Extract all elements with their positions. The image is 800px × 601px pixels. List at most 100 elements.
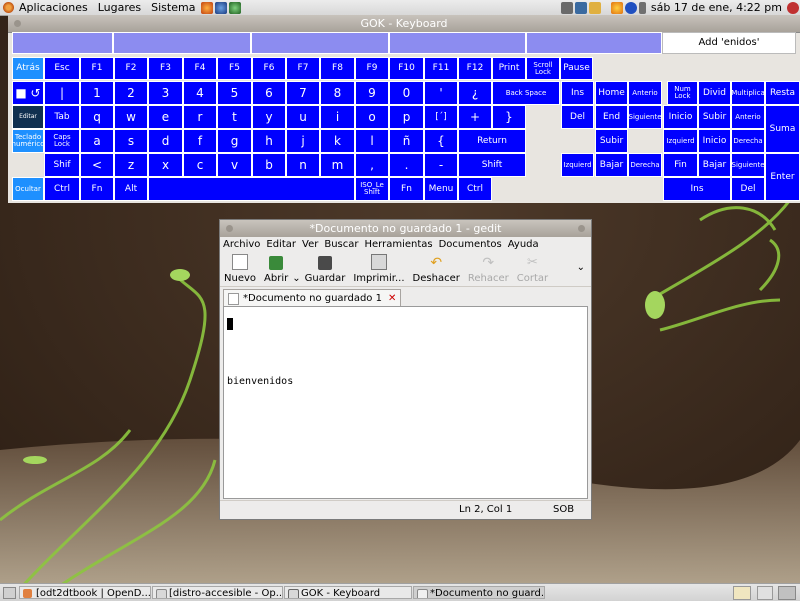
key-tab[interactable]: Tab bbox=[44, 105, 80, 129]
window-menu-icon[interactable] bbox=[14, 20, 21, 27]
key-kp-fin[interactable]: Fin bbox=[663, 153, 698, 177]
close-tab-icon[interactable]: ✕ bbox=[388, 293, 396, 304]
key-f5[interactable]: F5 bbox=[217, 57, 252, 80]
abrir-button[interactable]: Abrir bbox=[264, 256, 288, 286]
key-minus[interactable]: - bbox=[424, 153, 458, 177]
key-kp-izquierda[interactable]: Izquierd bbox=[663, 129, 698, 153]
power-icon[interactable] bbox=[787, 1, 799, 14]
toolbar-overflow-chevron-icon[interactable]: ⌄ bbox=[577, 262, 585, 273]
prediction-slot-5[interactable] bbox=[526, 32, 662, 54]
key-6[interactable]: 6 bbox=[252, 81, 286, 105]
key-kp-subir[interactable]: Subir bbox=[698, 105, 731, 129]
menu-archivo[interactable]: Archivo bbox=[223, 239, 260, 250]
key-h[interactable]: h bbox=[252, 129, 286, 153]
key-fn-right[interactable]: Fn bbox=[389, 177, 424, 201]
key-o[interactable]: o bbox=[355, 105, 389, 129]
key-arrow-up[interactable]: Subir bbox=[595, 129, 628, 153]
menu-editar[interactable]: Editar bbox=[266, 239, 296, 250]
key-plus[interactable]: + bbox=[458, 105, 492, 129]
cortar-button[interactable]: ✂ Cortar bbox=[517, 256, 548, 286]
key-acute[interactable]: [´] bbox=[424, 105, 458, 129]
key-ntilde[interactable]: ñ bbox=[389, 129, 424, 153]
key-subtract[interactable]: Resta bbox=[765, 81, 800, 105]
key-f8[interactable]: F8 bbox=[320, 57, 355, 80]
key-divide[interactable]: Divid bbox=[698, 81, 731, 105]
key-kp-del[interactable]: Del bbox=[731, 177, 765, 201]
key-d[interactable]: d bbox=[148, 129, 183, 153]
key-8[interactable]: 8 bbox=[320, 81, 355, 105]
key-l[interactable]: l bbox=[355, 129, 389, 153]
key-alt[interactable]: Alt bbox=[114, 177, 148, 201]
nuevo-button[interactable]: Nuevo bbox=[224, 254, 256, 286]
key-num-lock[interactable]: Num Lock bbox=[667, 81, 698, 105]
key-y[interactable]: y bbox=[252, 105, 286, 129]
key-shift-right[interactable]: Shift bbox=[458, 153, 526, 177]
window-close-icon[interactable] bbox=[578, 225, 585, 232]
key-z[interactable]: z bbox=[114, 153, 148, 177]
key-f12[interactable]: F12 bbox=[458, 57, 492, 80]
key-atras[interactable]: Atrás bbox=[12, 57, 44, 80]
task-gedit[interactable]: *Documento no guard... bbox=[413, 586, 545, 599]
key-add[interactable]: Suma bbox=[765, 105, 800, 153]
key-7[interactable]: 7 bbox=[286, 81, 320, 105]
key-x[interactable]: x bbox=[148, 153, 183, 177]
key-teclado-numerico[interactable]: Teclado numérico bbox=[12, 129, 44, 153]
key-siguiente[interactable]: Siguiente bbox=[628, 105, 662, 129]
key-home[interactable]: Home bbox=[595, 81, 628, 105]
key-arrow-down[interactable]: Bajar bbox=[595, 153, 628, 177]
key-less-than[interactable]: < bbox=[80, 153, 114, 177]
task-distro-accesible[interactable]: [distro-accesible - Op... bbox=[152, 586, 283, 599]
key-kp-siguiente[interactable]: Siguiente bbox=[731, 153, 765, 177]
key-f2[interactable]: F2 bbox=[114, 57, 148, 80]
key-anterior[interactable]: Anterio bbox=[628, 81, 662, 105]
key-backspace[interactable]: Back Space bbox=[492, 81, 560, 105]
key-p[interactable]: p bbox=[389, 105, 424, 129]
menu-ayuda[interactable]: Ayuda bbox=[508, 239, 539, 250]
key-1[interactable]: 1 bbox=[80, 81, 114, 105]
menu-sistema[interactable]: Sistema bbox=[146, 1, 200, 14]
key-w[interactable]: w bbox=[114, 105, 148, 129]
key-end[interactable]: End bbox=[595, 105, 628, 129]
key-j[interactable]: j bbox=[286, 129, 320, 153]
key-g[interactable]: g bbox=[217, 129, 252, 153]
workspace-switcher-icon[interactable] bbox=[733, 586, 751, 600]
prediction-slot-4[interactable] bbox=[389, 32, 526, 54]
key-v[interactable]: v bbox=[217, 153, 252, 177]
deshacer-button[interactable]: ↶ Deshacer bbox=[413, 256, 460, 286]
prediction-slot-3[interactable] bbox=[251, 32, 389, 54]
key-e[interactable]: e bbox=[148, 105, 183, 129]
key-0[interactable]: 0 bbox=[389, 81, 424, 105]
key-r[interactable]: r bbox=[183, 105, 217, 129]
key-m[interactable]: m bbox=[320, 153, 355, 177]
menu-documentos[interactable]: Documentos bbox=[439, 239, 502, 250]
word-completion-button[interactable]: Add 'enidos' bbox=[662, 32, 796, 54]
key-period[interactable]: . bbox=[389, 153, 424, 177]
key-u[interactable]: u bbox=[286, 105, 320, 129]
task-odt2dtbook[interactable]: [odt2dtbook | OpenD... bbox=[19, 586, 151, 599]
key-q[interactable]: q bbox=[80, 105, 114, 129]
key-inverted-question[interactable]: ¿ bbox=[458, 81, 492, 105]
key-f7[interactable]: F7 bbox=[286, 57, 320, 80]
key-kp-enter[interactable]: Enter bbox=[765, 153, 800, 201]
key-space[interactable] bbox=[148, 177, 355, 201]
help-icon[interactable] bbox=[229, 1, 242, 14]
key-apostrophe[interactable]: ' bbox=[424, 81, 458, 105]
key-kp-inicio[interactable]: Inicio bbox=[663, 105, 698, 129]
key-lbrace[interactable]: { bbox=[424, 129, 458, 153]
notes-icon[interactable] bbox=[588, 1, 601, 14]
key-5[interactable]: 5 bbox=[217, 81, 252, 105]
key-kp-bajar[interactable]: Bajar bbox=[698, 153, 731, 177]
key-esc[interactable]: Esc bbox=[44, 57, 80, 80]
ubuntu-logo-icon[interactable] bbox=[3, 2, 14, 13]
key-comma[interactable]: , bbox=[355, 153, 389, 177]
key-shift-left[interactable]: Shif bbox=[44, 153, 80, 177]
gedit-titlebar[interactable]: *Documento no guardado 1 - gedit bbox=[220, 220, 591, 237]
key-f3[interactable]: F3 bbox=[148, 57, 183, 80]
update-icon[interactable] bbox=[610, 1, 623, 14]
key-a[interactable]: a bbox=[80, 129, 114, 153]
guardar-button[interactable]: Guardar bbox=[305, 256, 345, 286]
key-k[interactable]: k bbox=[320, 129, 355, 153]
window-menu-icon[interactable] bbox=[226, 225, 233, 232]
menu-aplicaciones[interactable]: Aplicaciones bbox=[14, 1, 93, 14]
key-3[interactable]: 3 bbox=[148, 81, 183, 105]
